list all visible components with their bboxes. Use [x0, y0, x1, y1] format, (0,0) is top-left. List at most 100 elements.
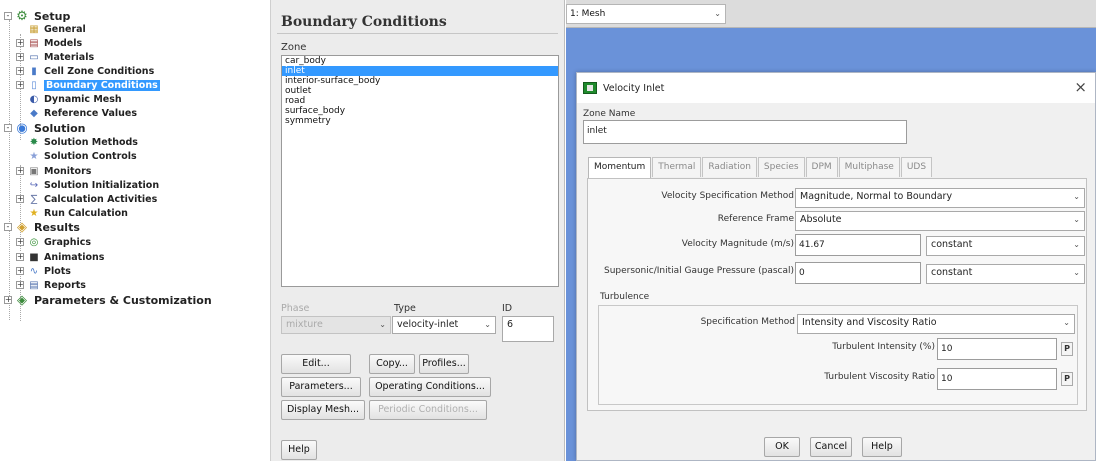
zone-list-item[interactable]: car_body: [282, 56, 558, 66]
zone-list-item[interactable]: surface_body: [282, 106, 558, 116]
tree-item-models[interactable]: ▤ Models: [28, 36, 82, 50]
monitors-icon: ▣: [29, 165, 39, 177]
close-icon[interactable]: ×: [1074, 78, 1087, 96]
gauge-pressure-field[interactable]: 0: [795, 262, 921, 284]
chevron-down-icon: ⌄: [1063, 318, 1070, 327]
general-icon: ▦: [29, 23, 39, 35]
expand-icon[interactable]: +: [16, 238, 24, 246]
tree-item-solution-controls[interactable]: ★ Solution Controls: [28, 149, 137, 163]
id-field: 6: [502, 316, 554, 342]
gauge-pressure-mode[interactable]: constant ⌄: [926, 264, 1085, 284]
expand-icon[interactable]: +: [16, 67, 24, 75]
dialog-help-button[interactable]: Help: [862, 437, 902, 457]
solution-init-icon: ↪: [29, 179, 39, 191]
tab-uds[interactable]: UDS: [900, 157, 933, 177]
turbulent-intensity-field[interactable]: 10: [937, 338, 1057, 360]
specification-method-dropdown[interactable]: Intensity and Viscosity Ratio ⌄: [797, 314, 1075, 334]
tree-item-calculation-activities[interactable]: ∑ Calculation Activities: [28, 192, 158, 206]
expand-icon[interactable]: +: [16, 253, 24, 261]
ok-button[interactable]: OK: [764, 437, 800, 457]
operating-conditions-button[interactable]: Operating Conditions...: [369, 377, 491, 397]
tree-item-label: Run Calculation: [44, 207, 128, 219]
velocity-magnitude-mode-value: constant: [931, 239, 973, 250]
tree-item-label: Animations: [44, 251, 105, 263]
tree-item-reports[interactable]: ▤ Reports: [28, 278, 86, 292]
velocity-spec-label: Velocity Specification Method: [661, 191, 794, 201]
tree-item-results[interactable]: ◈ Results: [14, 220, 80, 235]
graphics-toolbar: 1: Mesh ⌄: [566, 0, 1096, 28]
tree-item-label: Boundary Conditions: [44, 79, 160, 91]
tree-item-reference-values[interactable]: ◆ Reference Values: [28, 106, 137, 120]
tree-item-parameters-customization[interactable]: ◈ Parameters & Customization: [14, 293, 212, 308]
tree-item-setup[interactable]: ⚙ Setup: [14, 8, 70, 24]
tree-item-plots[interactable]: ∿ Plots: [28, 264, 71, 278]
tree-item-graphics[interactable]: ◎ Graphics: [28, 235, 91, 249]
collapse-icon[interactable]: -: [4, 223, 12, 231]
tree-item-label: Solution Methods: [44, 136, 138, 148]
tree-item-run-calculation[interactable]: ★ Run Calculation: [28, 206, 128, 220]
velocity-magnitude-field[interactable]: 41.67: [795, 234, 921, 256]
expand-icon[interactable]: +: [16, 39, 24, 47]
cancel-button[interactable]: Cancel: [810, 437, 852, 457]
expand-icon[interactable]: +: [4, 296, 12, 304]
turbulent-intensity-parameter-button[interactable]: P: [1061, 342, 1073, 356]
zone-label: Zone: [281, 42, 307, 53]
expand-icon[interactable]: +: [16, 167, 24, 175]
parameters-button[interactable]: Parameters...: [281, 377, 361, 397]
zone-list-item[interactable]: inlet: [282, 66, 558, 76]
tree-item-animations[interactable]: ■ Animations: [28, 250, 104, 264]
mesh-window-selector[interactable]: 1: Mesh ⌄: [566, 4, 726, 24]
zone-list-item[interactable]: interior-surface_body: [282, 76, 558, 86]
tree-item-solution[interactable]: ◉ Solution: [14, 120, 85, 136]
solution-icon: ◉: [16, 120, 28, 136]
zone-list-item[interactable]: outlet: [282, 86, 558, 96]
expand-icon[interactable]: +: [16, 281, 24, 289]
boundary-conditions-panel: Boundary Conditions Zone car_body inlet in…: [270, 0, 565, 461]
expand-icon[interactable]: +: [16, 195, 24, 203]
velocity-magnitude-mode[interactable]: constant ⌄: [926, 236, 1085, 256]
tree-item-label: Results: [34, 220, 80, 234]
tab-radiation[interactable]: Radiation: [702, 157, 757, 177]
tree-item-solution-initialization[interactable]: ↪ Solution Initialization: [28, 178, 159, 192]
outline-tree: ⚙ Setup - ▦ General ▤ Models + ▭ Materials + ▮ Cell …: [0, 0, 270, 461]
tree-item-dynamic-mesh[interactable]: ◐ Dynamic Mesh: [28, 92, 122, 106]
turbulent-viscosity-ratio-field[interactable]: 10: [937, 368, 1057, 390]
chevron-down-icon: ⌄: [1073, 240, 1080, 249]
collapse-icon[interactable]: -: [4, 12, 12, 20]
tree-item-label: Cell Zone Conditions: [44, 65, 155, 77]
tree-item-general[interactable]: ▦ General: [28, 22, 86, 36]
tree-item-boundary-conditions[interactable]: ▯ Boundary Conditions: [28, 78, 160, 92]
dialog-body: Zone Name inlet Momentum Thermal Radiation…: [577, 103, 1095, 460]
expand-icon[interactable]: +: [16, 81, 24, 89]
expand-icon[interactable]: +: [16, 267, 24, 275]
type-dropdown[interactable]: velocity-inlet ⌄: [392, 316, 496, 334]
copy-button[interactable]: Copy...: [369, 354, 415, 374]
tab-dpm[interactable]: DPM: [805, 157, 838, 177]
zone-list[interactable]: car_body inlet interior-surface_body outlet…: [281, 55, 559, 287]
tree-item-materials[interactable]: ▭ Materials: [28, 50, 94, 64]
collapse-icon[interactable]: -: [4, 124, 12, 132]
tree-item-monitors[interactable]: ▣ Monitors: [28, 164, 91, 178]
edit-button[interactable]: Edit...: [281, 354, 351, 374]
tab-multiphase[interactable]: Multiphase: [838, 157, 900, 177]
setup-icon: ⚙: [16, 8, 28, 24]
chevron-down-icon: ⌄: [484, 320, 491, 329]
expand-icon[interactable]: +: [16, 53, 24, 61]
tab-thermal[interactable]: Thermal: [652, 157, 702, 177]
tree-item-cell-zone-conditions[interactable]: ▮ Cell Zone Conditions: [28, 64, 154, 78]
turbulent-viscosity-ratio-parameter-button[interactable]: P: [1061, 372, 1073, 386]
profiles-button[interactable]: Profiles...: [419, 354, 469, 374]
calc-activities-icon: ∑: [30, 193, 38, 205]
tab-momentum[interactable]: Momentum: [588, 157, 652, 178]
display-mesh-button[interactable]: Display Mesh...: [281, 400, 365, 420]
zone-list-item[interactable]: symmetry: [282, 116, 558, 126]
tab-species[interactable]: Species: [757, 157, 805, 177]
periodic-conditions-button: Periodic Conditions...: [369, 400, 487, 420]
velocity-spec-dropdown[interactable]: Magnitude, Normal to Boundary ⌄: [795, 188, 1085, 208]
reference-frame-dropdown[interactable]: Absolute ⌄: [795, 211, 1085, 231]
zone-list-item[interactable]: road: [282, 96, 558, 106]
help-button[interactable]: Help: [281, 440, 317, 460]
zone-name-field[interactable]: inlet: [583, 120, 907, 144]
velocity-spec-value: Magnitude, Normal to Boundary: [800, 191, 953, 202]
tree-item-solution-methods[interactable]: ✸ Solution Methods: [28, 135, 138, 149]
